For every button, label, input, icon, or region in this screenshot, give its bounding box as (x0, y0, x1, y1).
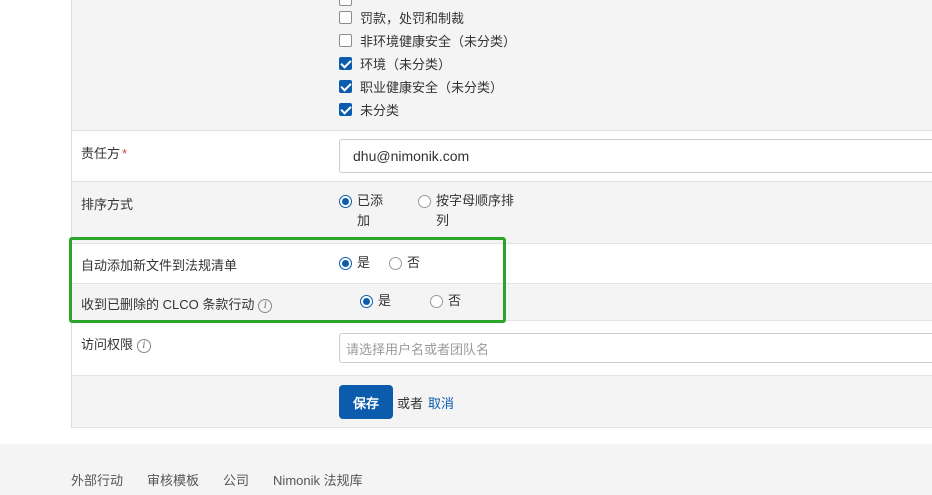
checkbox[interactable] (339, 0, 352, 6)
radio-button[interactable] (418, 195, 431, 208)
sort-option-added[interactable]: 已添加 (339, 191, 399, 231)
settings-form: 罚款，处罚和制裁 非环境健康安全（未分类） 环境（未分类） 职业健康安全（未分类… (71, 0, 932, 428)
info-icon[interactable]: i (137, 338, 152, 353)
responsible-value: dhu@nimonik.com (353, 148, 470, 164)
footer-link-company[interactable]: 公司 (223, 470, 249, 489)
sort-option-label: 已添加 (357, 193, 384, 228)
cancel-link[interactable]: 取消 (428, 393, 454, 412)
sort-option-alpha[interactable]: 按字母顺序排列 (418, 191, 528, 231)
category-label: 非环境健康安全（未分类） (360, 33, 517, 49)
category-label: 环境（未分类） (360, 56, 452, 72)
category-label: 未分类 (360, 102, 400, 118)
highlight-box (69, 237, 506, 323)
access-row: 访问权限 i 请选择用户名或者团队名 (72, 321, 932, 376)
footer-links: 外部行动 审核模板 公司 Nimonik 法规库 (71, 470, 363, 489)
category-item-environment[interactable]: 环境（未分类） (339, 53, 451, 73)
footer-link-external-actions[interactable]: 外部行动 (71, 470, 123, 489)
responsible-input[interactable]: dhu@nimonik.com (339, 139, 932, 173)
checkbox[interactable] (339, 56, 352, 70)
sort-row: 排序方式 已添加 按字母顺序排列 (72, 182, 932, 244)
actions-row: 保存 或者 取消 (72, 376, 932, 428)
category-item-ohs[interactable]: 职业健康安全（未分类） (339, 76, 503, 96)
responsible-label: 责任方 * (81, 146, 128, 161)
required-asterisk: * (122, 146, 128, 161)
category-label: 罚款，处罚和制裁 (360, 10, 465, 26)
sort-option-label: 按字母顺序排列 (436, 193, 515, 228)
sort-label: 排序方式 (81, 197, 134, 212)
checkbox[interactable] (339, 102, 352, 116)
footer: 外部行动 审核模板 公司 Nimonik 法规库 (0, 444, 932, 495)
radio-button[interactable] (339, 195, 352, 208)
category-item-non-ehs[interactable]: 非环境健康安全（未分类） (339, 30, 516, 50)
checkbox[interactable] (339, 33, 352, 47)
access-placeholder: 请选择用户名或者团队名 (346, 341, 490, 357)
or-text: 或者 (397, 396, 424, 411)
category-label: 职业健康安全（未分类） (360, 79, 504, 95)
footer-link-audit-templates[interactable]: 审核模板 (147, 470, 199, 489)
footer-link-regulation-library[interactable]: Nimonik 法规库 (273, 470, 363, 489)
checkbox[interactable] (339, 79, 352, 93)
responsible-row: 责任方 * dhu@nimonik.com (72, 131, 932, 182)
categories-row: 罚款，处罚和制裁 非环境健康安全（未分类） 环境（未分类） 职业健康安全（未分类… (72, 0, 932, 131)
category-item-fines[interactable]: 罚款，处罚和制裁 (339, 7, 464, 27)
save-button[interactable]: 保存 (339, 385, 393, 419)
access-label: 访问权限 i (81, 334, 152, 353)
checkbox[interactable] (339, 10, 352, 24)
access-input[interactable]: 请选择用户名或者团队名 (339, 333, 932, 363)
category-item-uncategorized[interactable]: 未分类 (339, 99, 399, 119)
